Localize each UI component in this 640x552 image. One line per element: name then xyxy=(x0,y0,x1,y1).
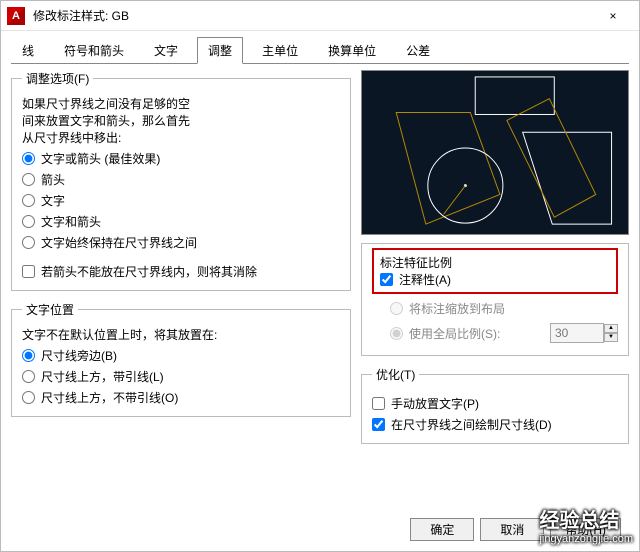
fit-suppress-arrows[interactable]: 若箭头不能放在尺寸界线内，则将其消除 xyxy=(22,263,340,280)
scale-radio-layout[interactable]: 将标注缩放到布局 xyxy=(390,300,618,317)
tune-manual-input[interactable] xyxy=(372,397,385,410)
window-title: 修改标注样式: GB xyxy=(33,7,129,24)
tune-drawdim-input[interactable] xyxy=(372,418,385,431)
scale-radio-layout-label: 将标注缩放到布局 xyxy=(409,300,505,317)
close-icon: × xyxy=(609,9,616,23)
right-column: 标注特征比例 注释性(A) 将标注缩放到布局 使用全局比例(S): ▲ ▼ xyxy=(361,70,629,454)
titlebar: A 修改标注样式: GB × xyxy=(1,1,639,31)
cancel-button[interactable]: 取消 xyxy=(480,518,544,541)
tab-line[interactable]: 线 xyxy=(11,37,45,64)
spinner-down[interactable]: ▼ xyxy=(604,333,618,342)
fit-radio-arrows-label: 箭头 xyxy=(41,171,65,188)
scale-radio-overall-label: 使用全局比例(S): xyxy=(409,325,500,342)
tuning-group: 优化(T) 手动放置文字(P) 在尺寸界线之间绘制尺寸线(D) xyxy=(361,366,629,444)
fit-intro-2: 间来放置文字和箭头，那么首先 xyxy=(22,112,340,129)
spinner-buttons: ▲ ▼ xyxy=(604,324,618,342)
dim-preview xyxy=(361,70,629,235)
fit-radio-keep-inside-label: 文字始终保持在尺寸界线之间 xyxy=(41,234,197,251)
fit-radio-keep-inside-input[interactable] xyxy=(22,236,35,249)
scale-radio-overall-input xyxy=(390,327,403,340)
text-placement-intro: 文字不在默认位置上时，将其放置在: xyxy=(22,326,340,343)
fit-suppress-arrows-input[interactable] xyxy=(22,265,35,278)
footer-buttons: 确定 取消 帮助(H) xyxy=(410,518,621,541)
tp-radio-over-noleader[interactable]: 尺寸线上方，不带引线(O) xyxy=(22,389,340,406)
fit-radio-best-input[interactable] xyxy=(22,152,35,165)
left-column: 调整选项(F) 如果尺寸界线之间没有足够的空 间来放置文字和箭头，那么首先 从尺… xyxy=(11,70,351,454)
fit-radio-best[interactable]: 文字或箭头 (最佳效果) xyxy=(22,150,340,167)
scale-annotative[interactable]: 注释性(A) xyxy=(380,271,610,288)
tune-manual-label: 手动放置文字(P) xyxy=(391,395,479,412)
tune-drawdim-label: 在尺寸界线之间绘制尺寸线(D) xyxy=(391,416,552,433)
fit-intro-1: 如果尺寸界线之间没有足够的空 xyxy=(22,95,340,112)
tp-radio-over-noleader-label: 尺寸线上方，不带引线(O) xyxy=(41,389,178,406)
scale-radio-overall[interactable]: 使用全局比例(S): xyxy=(390,325,500,342)
ok-button[interactable]: 确定 xyxy=(410,518,474,541)
tab-text[interactable]: 文字 xyxy=(143,37,189,64)
fit-options-legend: 调整选项(F) xyxy=(22,70,93,87)
tp-radio-beside-input[interactable] xyxy=(22,349,35,362)
scale-overall-input xyxy=(550,323,604,343)
tuning-legend: 优化(T) xyxy=(372,366,419,383)
scale-highlight: 标注特征比例 注释性(A) xyxy=(372,248,618,294)
content-area: 调整选项(F) 如果尺寸界线之间没有足够的空 间来放置文字和箭头，那么首先 从尺… xyxy=(1,64,639,460)
dialog-window: A 修改标注样式: GB × 线 符号和箭头 文字 调整 主单位 换算单位 公差… xyxy=(0,0,640,552)
tune-manual[interactable]: 手动放置文字(P) xyxy=(372,395,618,412)
tab-primary-units[interactable]: 主单位 xyxy=(251,37,309,64)
fit-radio-text-arrows[interactable]: 文字和箭头 xyxy=(22,213,340,230)
scale-legend: 标注特征比例 xyxy=(380,254,610,271)
fit-radio-text-arrows-label: 文字和箭头 xyxy=(41,213,101,230)
fit-radio-arrows-input[interactable] xyxy=(22,173,35,186)
scale-radio-layout-input xyxy=(390,302,403,315)
fit-options-group: 调整选项(F) 如果尺寸界线之间没有足够的空 间来放置文字和箭头，那么首先 从尺… xyxy=(11,70,351,291)
close-button[interactable]: × xyxy=(593,2,633,30)
preview-svg xyxy=(362,71,628,234)
fit-radio-keep-inside[interactable]: 文字始终保持在尺寸界线之间 xyxy=(22,234,340,251)
tp-radio-beside[interactable]: 尺寸线旁边(B) xyxy=(22,347,340,364)
tabstrip: 线 符号和箭头 文字 调整 主单位 换算单位 公差 xyxy=(1,31,639,64)
help-button[interactable]: 帮助(H) xyxy=(550,518,621,541)
tp-radio-beside-label: 尺寸线旁边(B) xyxy=(41,347,117,364)
tp-radio-over-leader[interactable]: 尺寸线上方，带引线(L) xyxy=(22,368,340,385)
tab-tolerances[interactable]: 公差 xyxy=(395,37,441,64)
text-placement-group: 文字位置 文字不在默认位置上时，将其放置在: 尺寸线旁边(B) 尺寸线上方，带引… xyxy=(11,301,351,417)
tp-radio-over-leader-input[interactable] xyxy=(22,370,35,383)
scale-annotative-label: 注释性(A) xyxy=(399,271,451,288)
fit-radio-text-input[interactable] xyxy=(22,194,35,207)
tp-radio-over-noleader-input[interactable] xyxy=(22,391,35,404)
tab-alt-units[interactable]: 换算单位 xyxy=(317,37,387,64)
fit-radio-arrows[interactable]: 箭头 xyxy=(22,171,340,188)
fit-radio-text[interactable]: 文字 xyxy=(22,192,340,209)
tune-drawdim[interactable]: 在尺寸界线之间绘制尺寸线(D) xyxy=(372,416,618,433)
tab-symbols-arrows[interactable]: 符号和箭头 xyxy=(53,37,135,64)
scale-group: 标注特征比例 注释性(A) 将标注缩放到布局 使用全局比例(S): ▲ ▼ xyxy=(361,243,629,356)
fit-radio-text-arrows-input[interactable] xyxy=(22,215,35,228)
scale-annotative-input[interactable] xyxy=(380,273,393,286)
spinner-up[interactable]: ▲ xyxy=(604,324,618,333)
text-placement-legend: 文字位置 xyxy=(22,301,78,318)
fit-suppress-arrows-label: 若箭头不能放在尺寸界线内，则将其消除 xyxy=(41,263,257,280)
app-logo: A xyxy=(7,7,25,25)
fit-radio-best-label: 文字或箭头 (最佳效果) xyxy=(41,150,160,167)
fit-radio-text-label: 文字 xyxy=(41,192,65,209)
scale-overall-spinner[interactable]: ▲ ▼ xyxy=(550,323,618,343)
fit-intro-3: 从尺寸界线中移出: xyxy=(22,129,340,146)
tp-radio-over-leader-label: 尺寸线上方，带引线(L) xyxy=(41,368,164,385)
tab-fit[interactable]: 调整 xyxy=(197,37,243,64)
